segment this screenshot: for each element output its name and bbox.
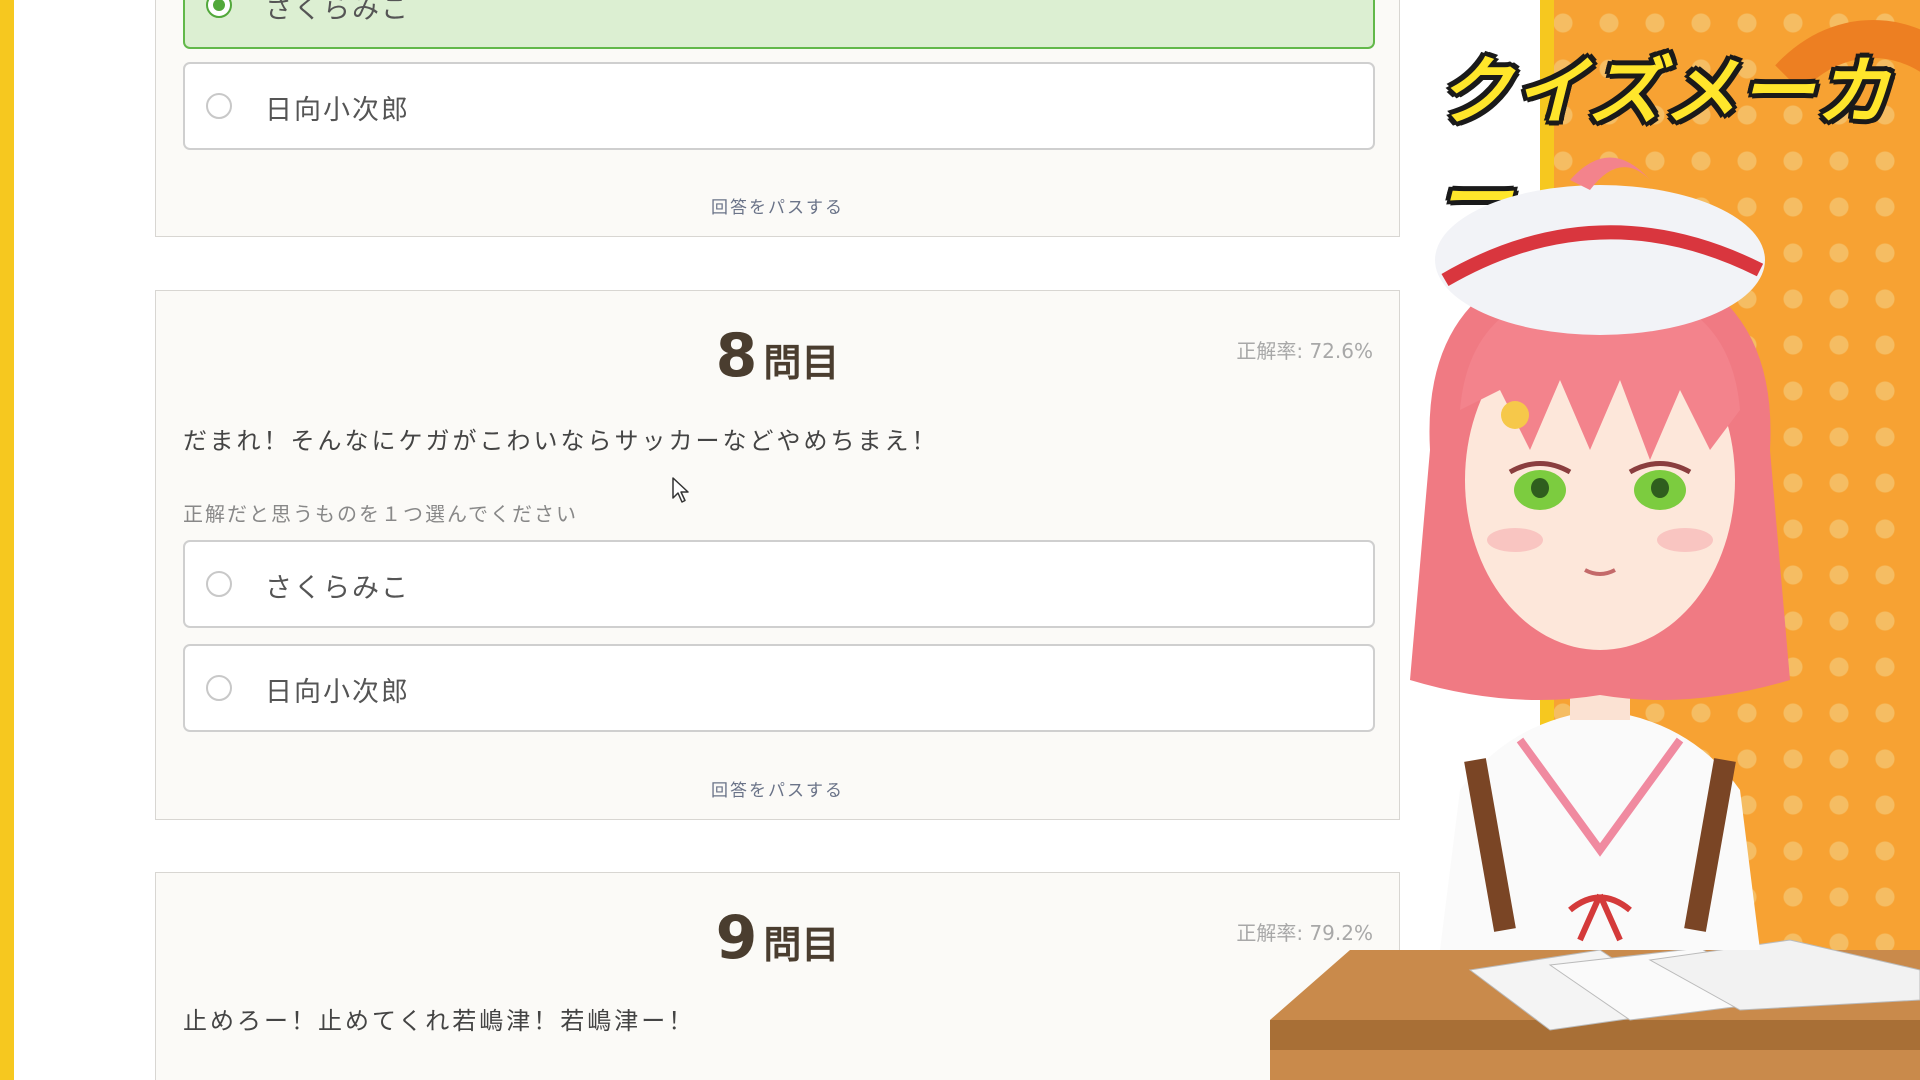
question-card-8: 8 問目 正解率: 72.6% だまれ！そんなにケガがこわいならサッカーなどやめち…: [155, 290, 1400, 820]
question-card-9: 9 問目 正解率: 79.2% 止めろー！止めてくれ若嶋津！若嶋津ー！: [155, 872, 1400, 1080]
question-number: 9 問目: [156, 903, 1399, 973]
question-number-suffix: 問目: [763, 341, 840, 385]
option-hyuga-kojiro[interactable]: 日向小次郎: [183, 644, 1375, 732]
left-accent-stripe: [0, 0, 14, 1080]
radio-icon[interactable]: [206, 675, 232, 701]
streamer-avatar: [1270, 157, 1920, 1080]
question-number: 8 問目: [156, 321, 1399, 391]
radio-checked-icon[interactable]: [206, 0, 232, 18]
radio-icon[interactable]: [206, 93, 232, 119]
pass-answer-link[interactable]: 回答をパスする: [156, 776, 1399, 801]
option-sakura-miko-previous[interactable]: さくらみこ: [183, 0, 1375, 49]
option-label: さくらみこ: [265, 573, 410, 604]
pass-answer-link[interactable]: 回答をパスする: [156, 193, 1399, 218]
question-text: 止めろー！止めてくれ若嶋津！若嶋津ー！: [183, 1007, 696, 1035]
radio-icon[interactable]: [206, 571, 232, 597]
option-label: 日向小次郎: [265, 95, 410, 126]
cursor-icon: [672, 477, 689, 503]
question-number-value: 9: [715, 903, 758, 973]
option-hyuga-kojiro-previous[interactable]: 日向小次郎: [183, 62, 1375, 150]
option-label: さくらみこ: [265, 0, 410, 25]
question-number-value: 8: [715, 321, 758, 391]
option-label: 日向小次郎: [265, 677, 410, 708]
answer-instruction: 正解だと思うものを１つ選んでください: [183, 502, 578, 526]
quiz-page: さくらみこ 日向小次郎 回答をパスする 8 問目 正解率: 72.6% だまれ！そ…: [0, 0, 1920, 1080]
question-card-previous: さくらみこ 日向小次郎 回答をパスする: [155, 0, 1400, 237]
option-sakura-miko[interactable]: さくらみこ: [183, 540, 1375, 628]
question-number-suffix: 問目: [763, 923, 840, 967]
question-text: だまれ！そんなにケガがこわいならサッカーなどやめちまえ！: [183, 427, 939, 455]
